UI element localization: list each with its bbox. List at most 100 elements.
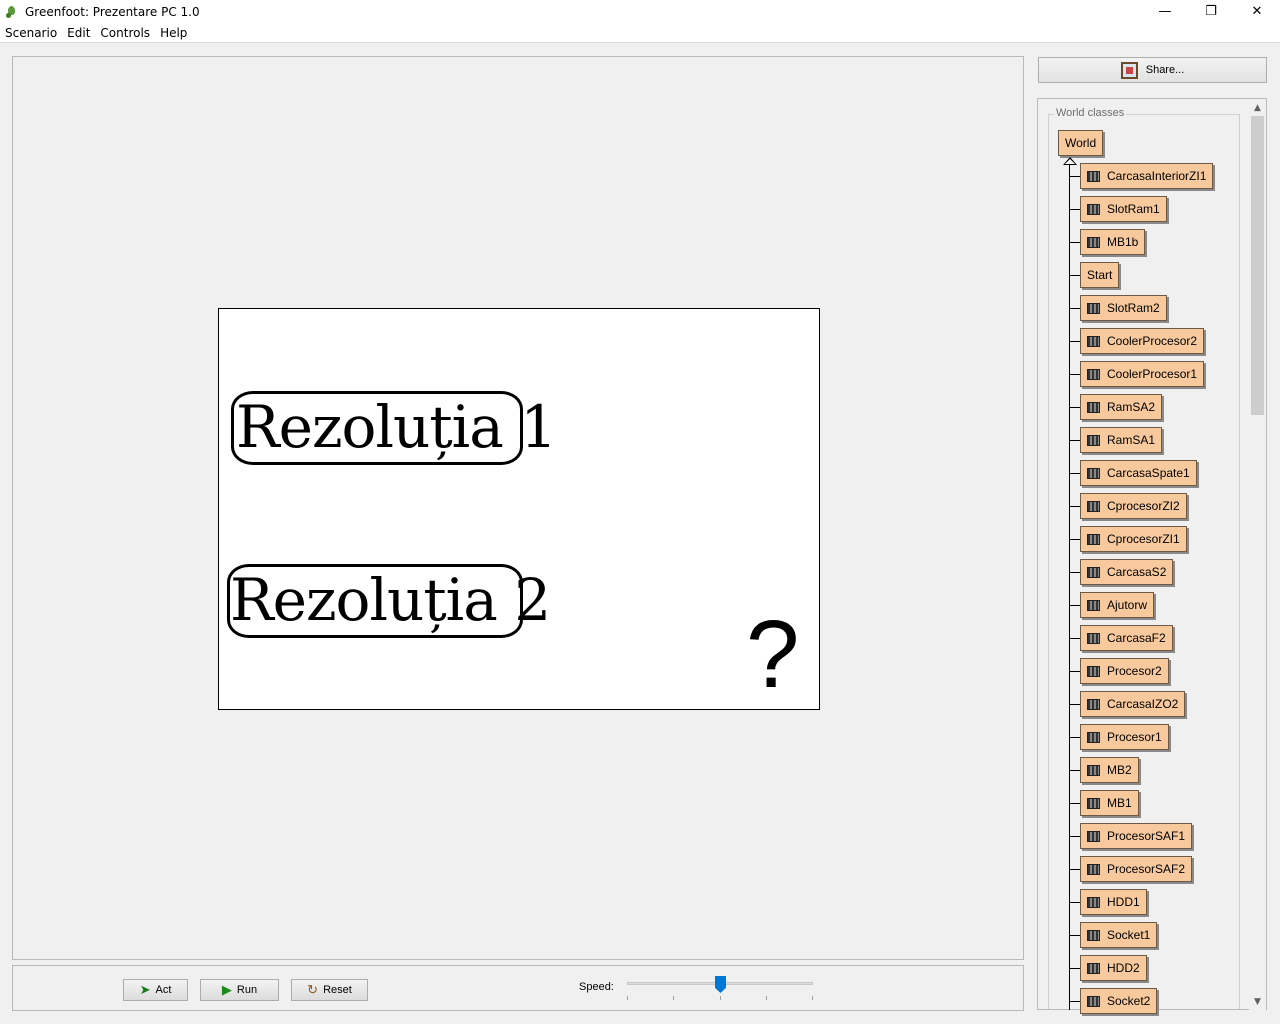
class-procesorsaf2[interactable]: ProcesorSAF2 [1080, 856, 1193, 882]
scroll-down-icon[interactable]: ▼ [1249, 993, 1266, 1010]
act-button[interactable]: ➤ Act [123, 979, 188, 1001]
class-coolerprocesor1[interactable]: CoolerProcesor1 [1080, 361, 1205, 387]
class-label: RamSA1 [1107, 433, 1156, 447]
class-hdd2[interactable]: HDD2 [1080, 955, 1147, 981]
class-world[interactable]: World [1058, 130, 1104, 156]
run-button[interactable]: ▶ Run [200, 979, 279, 1001]
class-carcasaizo2[interactable]: CarcasaIZO2 [1080, 691, 1186, 717]
class-carcasas2[interactable]: CarcasaS2 [1080, 559, 1174, 585]
class-image-icon [1087, 335, 1100, 347]
class-label: RamSA2 [1107, 400, 1156, 414]
class-carcasaspate1[interactable]: CarcasaSpate1 [1080, 460, 1197, 486]
classes-scrollbar[interactable]: ▲ ▼ [1249, 99, 1266, 1010]
class-ajutorw[interactable]: Ajutorw [1080, 592, 1155, 618]
class-procesor1[interactable]: Procesor1 [1080, 724, 1169, 750]
reset-button-label: Reset [323, 984, 352, 996]
class-image-icon [1087, 929, 1100, 941]
close-button[interactable]: ✕ [1234, 0, 1280, 23]
class-ramsa2[interactable]: RamSA2 [1080, 394, 1163, 420]
class-mb1[interactable]: MB1 [1080, 790, 1139, 816]
class-label: CarcasaF2 [1107, 631, 1166, 645]
class-carcasaf2[interactable]: CarcasaF2 [1080, 625, 1173, 651]
class-cprocesorzi2[interactable]: CprocesorZI2 [1080, 493, 1187, 519]
class-label: Procesor1 [1107, 730, 1162, 744]
class-image-icon [1087, 236, 1100, 248]
class-socket2[interactable]: Socket2 [1080, 988, 1158, 1014]
class-image-icon [1087, 962, 1100, 974]
greenfoot-app-icon [5, 5, 19, 19]
restore-button[interactable]: ❐ [1188, 0, 1234, 23]
reset-button[interactable]: ↻ Reset [291, 979, 368, 1001]
rezolutia-1-button[interactable]: Rezoluția 1 [231, 391, 557, 465]
class-image-icon [1087, 203, 1100, 215]
class-label: ProcesorSAF1 [1107, 829, 1186, 843]
class-label: ProcesorSAF2 [1107, 862, 1186, 876]
rezolutia-2-button[interactable]: Rezoluția 2 [227, 564, 551, 638]
class-label: CprocesorZI1 [1107, 532, 1180, 546]
help-question-icon[interactable]: ? [746, 607, 799, 703]
act-step-icon: ➤ [139, 982, 151, 997]
speed-slider[interactable] [627, 976, 813, 1002]
class-cprocesorzi1[interactable]: CprocesorZI1 [1080, 526, 1187, 552]
window-title: Greenfoot: Prezentare PC 1.0 [25, 4, 200, 19]
window-controls: — ❐ ✕ [1142, 0, 1280, 23]
class-procesorsaf1[interactable]: ProcesorSAF1 [1080, 823, 1193, 849]
menu-scenario[interactable]: Scenario [0, 26, 62, 40]
class-label: Start [1087, 268, 1113, 282]
class-tree-line [1069, 164, 1070, 1010]
run-button-label: Run [236, 984, 258, 996]
class-slotram2[interactable]: SlotRam2 [1080, 295, 1167, 321]
run-play-icon: ▶ [221, 982, 232, 997]
class-image-icon [1087, 566, 1100, 578]
class-image-icon [1087, 599, 1100, 611]
class-image-icon [1087, 632, 1100, 644]
class-label: Socket1 [1107, 928, 1151, 942]
class-mb1b[interactable]: MB1b [1080, 229, 1146, 255]
class-label: CarcasaS2 [1107, 565, 1167, 579]
speed-label: Speed: [579, 981, 614, 993]
class-image-icon [1087, 995, 1100, 1007]
class-socket1[interactable]: Socket1 [1080, 922, 1158, 948]
class-coolerprocesor2[interactable]: CoolerProcesor2 [1080, 328, 1205, 354]
scroll-up-icon[interactable]: ▲ [1249, 99, 1266, 116]
class-label: MB1b [1107, 235, 1139, 249]
class-label: CoolerProcesor2 [1107, 334, 1198, 348]
class-image-icon [1087, 830, 1100, 842]
class-image-icon [1087, 368, 1100, 380]
class-label: MB2 [1107, 763, 1132, 777]
act-button-label: Act [155, 984, 172, 996]
world-canvas[interactable]: Rezoluția 1 Rezoluția 2 ? [218, 308, 820, 710]
class-image-icon [1087, 434, 1100, 446]
class-image-icon [1087, 302, 1100, 314]
class-label: CarcasaIZO2 [1107, 697, 1179, 711]
menu-help[interactable]: Help [155, 26, 192, 40]
share-button[interactable]: Share... [1038, 57, 1267, 83]
class-ramsa1[interactable]: RamSA1 [1080, 427, 1163, 453]
menu-edit[interactable]: Edit [62, 26, 95, 40]
class-slotram1[interactable]: SlotRam1 [1080, 196, 1167, 222]
class-hdd1[interactable]: HDD1 [1080, 889, 1147, 915]
class-label: CarcasaInteriorZI1 [1107, 169, 1207, 183]
class-image-icon [1087, 401, 1100, 413]
class-procesor2[interactable]: Procesor2 [1080, 658, 1169, 684]
controls-panel: ➤ Act ▶ Run ↻ Reset Speed: [12, 965, 1024, 1011]
reset-icon: ↻ [307, 982, 319, 997]
menu-bar: Scenario Edit Controls Help [0, 23, 1280, 43]
speed-slider-thumb[interactable] [715, 976, 726, 993]
class-label: HDD2 [1107, 961, 1140, 975]
class-image-icon [1087, 665, 1100, 677]
class-label: CarcasaSpate1 [1107, 466, 1190, 480]
class-start[interactable]: Start [1080, 262, 1120, 288]
class-carcasainteriorzi1[interactable]: CarcasaInteriorZI1 [1080, 163, 1214, 189]
class-image-icon [1087, 863, 1100, 875]
minimize-button[interactable]: — [1142, 0, 1188, 23]
scrollbar-thumb[interactable] [1251, 116, 1264, 415]
speed-tick [673, 996, 674, 1000]
title-bar: Greenfoot: Prezentare PC 1.0 — ❐ ✕ [0, 0, 1280, 23]
share-easel-icon [1120, 61, 1138, 79]
class-label: CoolerProcesor1 [1107, 367, 1198, 381]
class-mb2[interactable]: MB2 [1080, 757, 1139, 783]
menu-controls[interactable]: Controls [95, 26, 155, 40]
world-classes-label: World classes [1054, 107, 1127, 119]
class-label: Procesor2 [1107, 664, 1162, 678]
